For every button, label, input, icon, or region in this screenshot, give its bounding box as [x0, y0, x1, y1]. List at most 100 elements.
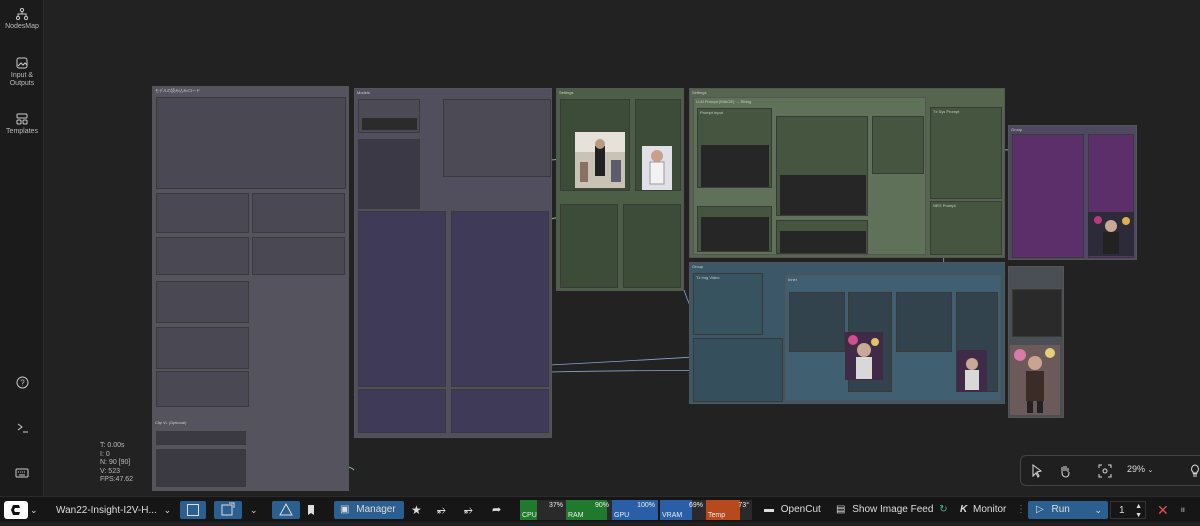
- clip-tool-2-button[interactable]: ⥵: [464, 501, 473, 519]
- pan-hand-icon[interactable]: [1057, 463, 1073, 479]
- group-title: Group: [692, 264, 704, 269]
- zoom-level-dropdown[interactable]: 29% ⌄: [1127, 464, 1153, 474]
- node[interactable]: [789, 292, 845, 352]
- node[interactable]: [1012, 134, 1084, 258]
- node[interactable]: [252, 237, 345, 275]
- tx-img-video-node[interactable]: Tx Img Video: [693, 273, 763, 335]
- select-pointer-icon[interactable]: [1029, 463, 1045, 479]
- node[interactable]: [443, 99, 551, 177]
- node[interactable]: [156, 431, 246, 445]
- keyboard-shortcuts-button[interactable]: [0, 467, 44, 482]
- workflow-canvas[interactable]: モデルの読み込み/ロード Clip Vi. (Optional) Models …: [44, 0, 1200, 496]
- group-clip-vision[interactable]: Clip Vi. (Optional): [152, 418, 250, 491]
- node[interactable]: [451, 211, 549, 387]
- batch-count-value: 1: [1119, 505, 1125, 516]
- comfy-logo-icon: [11, 505, 20, 515]
- node[interactable]: [156, 449, 246, 487]
- monitor-button[interactable]: K Monitor: [960, 501, 1006, 519]
- opencut-label: OpenCut: [780, 504, 821, 515]
- node[interactable]: [156, 371, 249, 407]
- node[interactable]: [872, 116, 924, 174]
- run-button[interactable]: ▷ Run ⌄: [1028, 501, 1108, 519]
- share-icon: ➦: [492, 504, 502, 516]
- monitor-temp: Temp 73°: [706, 500, 752, 520]
- preview-image: [642, 146, 672, 190]
- group-title: Settings: [692, 90, 707, 95]
- group-settings-2[interactable]: Settings LLM Prompt (IMAGE) → String Pro…: [689, 88, 1005, 258]
- help-icon: ?: [16, 376, 28, 389]
- chevron-down-icon[interactable]: ⌄: [30, 501, 38, 519]
- chevron-down-icon[interactable]: ⌄: [250, 501, 258, 519]
- bookmark-button[interactable]: [306, 501, 322, 519]
- node[interactable]: [776, 116, 868, 216]
- image-feed-label: Show Image Feed: [852, 504, 934, 515]
- sidebar-item-label: Outputs: [9, 80, 35, 87]
- queue-panel-button[interactable]: [180, 501, 206, 519]
- terminal-button[interactable]: [0, 421, 44, 437]
- node[interactable]: [697, 206, 772, 252]
- monitor-value: 73°: [738, 502, 749, 509]
- lightbulb-icon[interactable]: [1187, 463, 1200, 479]
- batch-count-input[interactable]: 1 ▲ ▼: [1110, 501, 1146, 519]
- cancel-button[interactable]: ✕: [1157, 501, 1169, 519]
- group-title: LLM Prompt (IMAGE) → String: [696, 99, 752, 104]
- monitor-value: 69%: [688, 502, 703, 509]
- node[interactable]: [358, 139, 420, 209]
- node[interactable]: [156, 281, 249, 323]
- node[interactable]: [451, 389, 549, 433]
- group-title: Clip Vi. (Optional): [155, 420, 187, 425]
- group-llm-prompt[interactable]: LLM Prompt (IMAGE) → String Prompt Input: [693, 97, 926, 255]
- node[interactable]: [776, 220, 868, 254]
- sidebar-item-nodesmap[interactable]: NodesMap: [0, 8, 44, 31]
- manager-button[interactable]: ▣ Manager: [334, 501, 404, 519]
- share-button[interactable]: ➦: [492, 501, 501, 519]
- film-icon: ▬: [764, 504, 774, 515]
- comfy-logo-button[interactable]: [4, 501, 28, 519]
- node[interactable]: [252, 193, 345, 233]
- help-button[interactable]: ?: [0, 376, 44, 392]
- node[interactable]: [156, 193, 249, 233]
- k-icon: K: [960, 504, 968, 515]
- node[interactable]: [358, 389, 446, 433]
- switch-icon: [221, 502, 235, 516]
- node[interactable]: [623, 204, 681, 288]
- svg-text:?: ?: [20, 379, 25, 388]
- sidebar-item-input-outputs[interactable]: Input & Outputs: [0, 57, 44, 88]
- nodes-map-icon: [16, 8, 28, 20]
- sidebar-item-label: Templates: [6, 128, 38, 135]
- favorite-button[interactable]: ★: [411, 501, 422, 519]
- node[interactable]: [156, 237, 249, 275]
- model-button[interactable]: [272, 501, 300, 519]
- preview-image: [845, 332, 883, 380]
- triangle-model-icon: [279, 502, 293, 516]
- node[interactable]: [560, 204, 618, 288]
- monitor-label: RAM: [568, 512, 584, 519]
- node[interactable]: [156, 327, 249, 369]
- sidebar-item-templates[interactable]: Templates: [0, 113, 44, 136]
- drag-handle-icon[interactable]: ⋮: [1016, 501, 1026, 519]
- tool-icon: ⥵: [437, 504, 446, 516]
- canvas-controls: 29% ⌄: [1020, 455, 1200, 486]
- opencut-button[interactable]: ▬ OpenCut: [764, 501, 821, 519]
- stepper-arrows-icon[interactable]: ▲ ▼: [1135, 502, 1142, 520]
- node[interactable]: [358, 211, 446, 387]
- node[interactable]: [1012, 289, 1062, 337]
- neg-prompt-node[interactable]: NEG Prompt: [930, 201, 1002, 255]
- fit-view-icon[interactable]: [1097, 463, 1113, 479]
- workflow-switch-button[interactable]: [214, 501, 242, 519]
- clip-tool-button[interactable]: ⥵: [437, 501, 446, 519]
- monitor-value: 37%: [548, 502, 563, 509]
- queue-toggle-button[interactable]: ⏸: [1180, 501, 1186, 519]
- node[interactable]: [156, 97, 346, 189]
- node[interactable]: [693, 338, 783, 402]
- panel-icon: [187, 504, 199, 516]
- show-image-feed-button[interactable]: ▤ Show Image Feed ↻: [836, 501, 948, 519]
- canvas-stats: T: 0.00s I: 0 N: 90 [90] V: 523 FPS:47.6…: [100, 442, 133, 485]
- node[interactable]: [896, 292, 952, 352]
- chevron-down-icon: ⌄: [1094, 505, 1102, 515]
- workflow-tab[interactable]: Wan22-Insight-I2V-H... ⌄: [56, 501, 171, 519]
- group-models[interactable]: Models: [354, 88, 552, 438]
- prompt-input-node[interactable]: Prompt Input: [697, 108, 772, 188]
- node[interactable]: [358, 99, 420, 133]
- tx-sys-prompt-node[interactable]: Tx Sys Prompt: [930, 107, 1002, 199]
